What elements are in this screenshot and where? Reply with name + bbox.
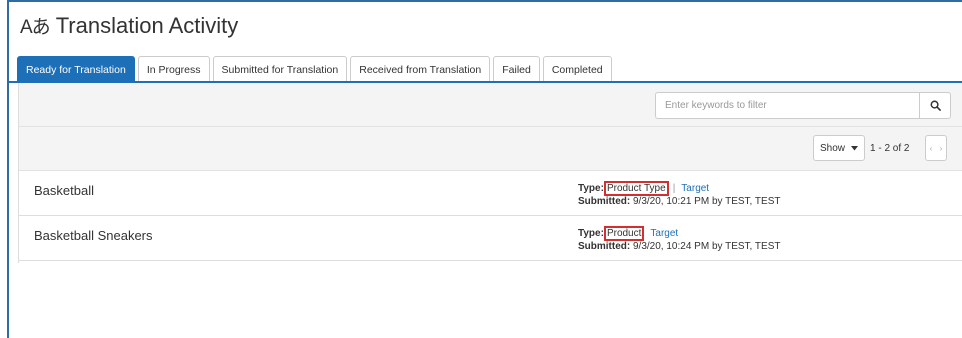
tab-in-progress[interactable]: In Progress (137, 56, 210, 82)
next-page-icon[interactable]: › (936, 136, 946, 160)
item-meta: Type: Product Target Submitted: 9/3/20, 10… (578, 226, 781, 253)
pagination-toolbar: Show 1 - 2 of 2 ‹ › (19, 127, 962, 171)
type-value: Product Type (603, 181, 669, 196)
filter-toolbar: Enter keywords to filter (19, 83, 962, 127)
window-frame-top (7, 0, 962, 2)
item-name[interactable]: Basketball (34, 183, 94, 198)
target-link[interactable]: Target (650, 228, 678, 239)
translate-icon: Aあ (20, 17, 51, 38)
submitted-value: 9/3/20, 10:24 PM by TEST, TEST (633, 241, 781, 252)
target-link[interactable]: Target (681, 183, 709, 194)
tab-completed[interactable]: Completed (542, 56, 612, 82)
tab-received-from-translation[interactable]: Received from Translation (350, 56, 491, 82)
window-frame-left (7, 0, 9, 338)
pager-buttons: ‹ › (925, 135, 947, 161)
filter-input[interactable]: Enter keywords to filter (655, 92, 919, 119)
tab-bar: Ready for Translation In Progress Submit… (17, 56, 615, 82)
list-item[interactable]: Basketball Sneakers Type: Product Target S… (19, 217, 962, 261)
submitted-value: 9/3/20, 10:21 PM by TEST, TEST (633, 196, 781, 207)
prev-page-icon[interactable]: ‹ (926, 136, 936, 160)
caret-down-icon (851, 145, 858, 150)
separator: | (672, 183, 676, 194)
show-label: Show (819, 142, 845, 154)
search-button[interactable] (919, 92, 951, 119)
results-panel: Enter keywords to filter Show 1 - 2 of 2… (18, 83, 962, 263)
list-item[interactable]: Basketball Type: Product Type | Target Subm… (19, 172, 962, 216)
page-header: Aあ Translation Activity (20, 12, 238, 39)
type-label: Type: (578, 228, 604, 239)
item-meta: Type: Product Type | Target Submitted: 9/3/… (578, 181, 781, 208)
tab-submitted-for-translation[interactable]: Submitted for Translation (212, 56, 348, 82)
search-icon (930, 100, 941, 111)
tab-ready-for-translation[interactable]: Ready for Translation (17, 56, 135, 82)
show-dropdown[interactable]: Show (813, 135, 865, 161)
type-value: Product (603, 226, 645, 241)
page-title: Translation Activity (55, 12, 239, 38)
item-name[interactable]: Basketball Sneakers (34, 228, 153, 243)
pagination-range: 1 - 2 of 2 (870, 143, 910, 154)
tab-failed[interactable]: Failed (493, 56, 540, 82)
submitted-label: Submitted: (578, 241, 631, 252)
type-label: Type: (578, 183, 604, 194)
submitted-label: Submitted: (578, 196, 631, 207)
